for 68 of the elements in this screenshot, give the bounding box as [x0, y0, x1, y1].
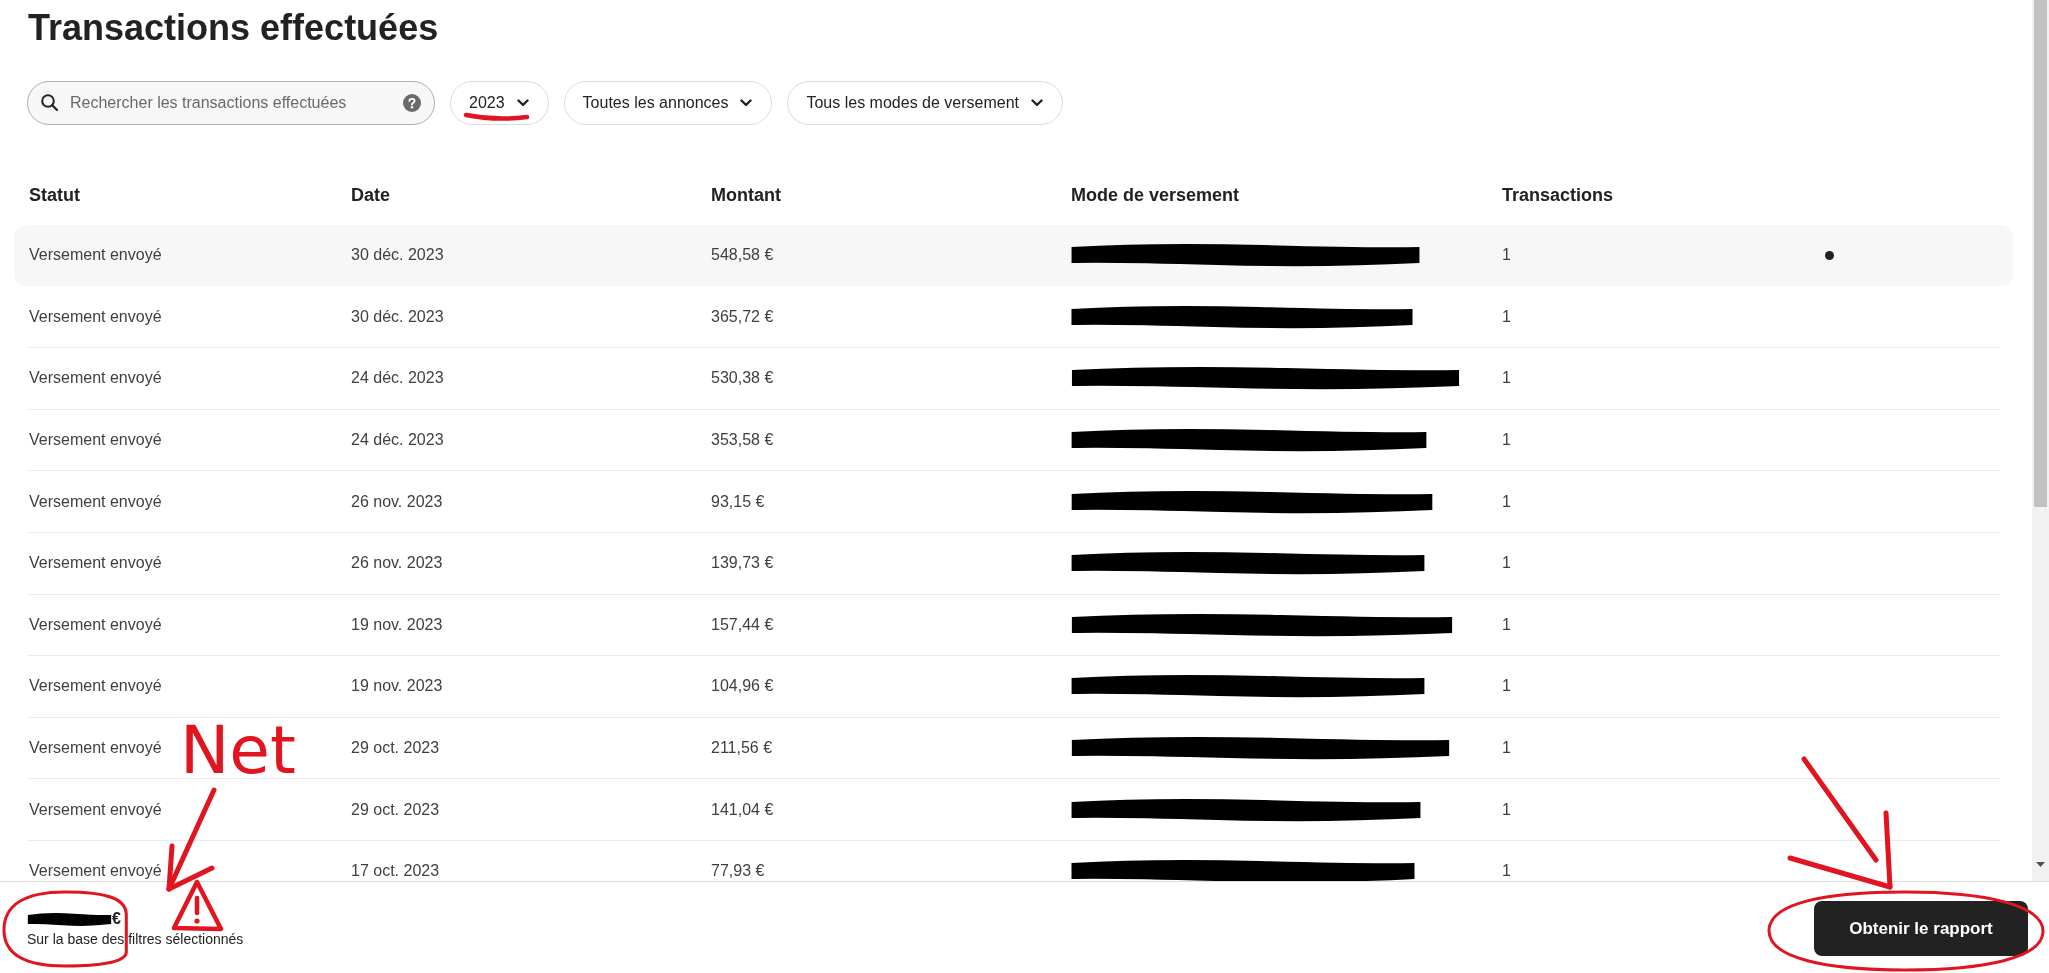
- table-cell: Versement envoyé: [29, 615, 162, 634]
- table-cell: 1: [1502, 307, 1511, 326]
- table-cell: 1: [1502, 677, 1511, 696]
- column-header: Date: [351, 184, 390, 207]
- table-cell: Versement envoyé: [29, 307, 162, 326]
- table-cell: Versement envoyé: [29, 246, 162, 265]
- help-icon[interactable]: [403, 94, 421, 112]
- table-cell: Versement envoyé: [29, 431, 162, 450]
- table-cell: 353,58 €: [711, 431, 774, 450]
- page-title: Transactions effectuées: [28, 6, 439, 50]
- table-cell: 1: [1502, 492, 1511, 511]
- total-amount: €: [112, 909, 121, 929]
- table-cell: 139,73 €: [711, 554, 774, 573]
- table-cell: Versement envoyé: [29, 862, 162, 881]
- report-button[interactable]: Obtenir le rapport: [1814, 901, 2028, 956]
- table-cell: 24 déc. 2023: [351, 431, 444, 450]
- table-cell: Versement envoyé: [29, 677, 162, 696]
- filter-dropdown[interactable]: Tous les modes de versement: [787, 81, 1063, 125]
- table-cell: 141,04 €: [711, 800, 774, 819]
- caption-text: Sur la base des filtres sélectionnés: [27, 930, 244, 949]
- table-cell: 29 oct. 2023: [351, 739, 440, 758]
- table-cell: 1: [1502, 862, 1511, 881]
- annotation-note: Net: [180, 718, 296, 784]
- table-cell: 19 nov. 2023: [351, 677, 443, 696]
- table-cell: Versement envoyé: [29, 369, 162, 388]
- table-cell: Versement envoyé: [29, 800, 162, 819]
- table-cell: 26 nov. 2023: [351, 492, 443, 511]
- table-cell: Versement envoyé: [29, 492, 162, 511]
- search-icon: [41, 94, 58, 111]
- table-cell: 1: [1502, 246, 1511, 265]
- table-cell: 104,96 €: [711, 677, 774, 696]
- chevron-down-icon: [740, 99, 753, 107]
- table-cell: 530,38 €: [711, 369, 774, 388]
- table-cell: 548,58 €: [711, 246, 774, 265]
- table-cell: 30 déc. 2023: [351, 246, 444, 265]
- table-cell: 1: [1502, 369, 1511, 388]
- table-cell: 19 nov. 2023: [351, 615, 443, 634]
- column-header: Montant: [711, 184, 781, 207]
- table-cell: 77,93 €: [711, 862, 765, 881]
- table-cell: 157,44 €: [711, 615, 774, 634]
- table-cell: 365,72 €: [711, 307, 774, 326]
- table-cell: 29 oct. 2023: [351, 800, 440, 819]
- filter-dropdown[interactable]: Toutes les annonces: [563, 81, 773, 125]
- chevron-down-icon: [516, 99, 529, 107]
- column-header: Transactions: [1502, 184, 1614, 207]
- table-cell: Versement envoyé: [29, 554, 162, 573]
- filter-dropdown[interactable]: 2023: [450, 81, 549, 125]
- table-cell: 30 déc. 2023: [351, 307, 444, 326]
- chevron-down-icon: [1031, 99, 1043, 107]
- table-cell: 24 déc. 2023: [351, 369, 444, 388]
- table-cell: 93,15 €: [711, 492, 765, 511]
- table-cell: 1: [1502, 431, 1511, 450]
- table-row[interactable]: Versement envoyé 30 déc. 2023 548,58 € 1: [14, 225, 2013, 286]
- table-cell: 1: [1502, 615, 1511, 634]
- table-cell: 1: [1502, 739, 1511, 758]
- search-field[interactable]: Rechercher les transactions effectuées: [27, 81, 435, 125]
- scroll-down-icon[interactable]: [2036, 862, 2045, 867]
- table-cell: 26 nov. 2023: [351, 554, 443, 573]
- column-header: Mode de versement: [1071, 184, 1240, 207]
- table-cell: 17 oct. 2023: [351, 862, 440, 881]
- table-cell: Versement envoyé: [29, 739, 162, 758]
- table-cell: 211,56 €: [711, 739, 773, 758]
- dot-icon: [1825, 250, 1834, 260]
- column-header: Statut: [29, 184, 80, 207]
- table-cell: 1: [1502, 554, 1511, 573]
- scrollbar-track[interactable]: [2032, 0, 2049, 881]
- scrollbar-thumb[interactable]: [2034, 0, 2047, 507]
- table-cell: 1: [1502, 800, 1511, 819]
